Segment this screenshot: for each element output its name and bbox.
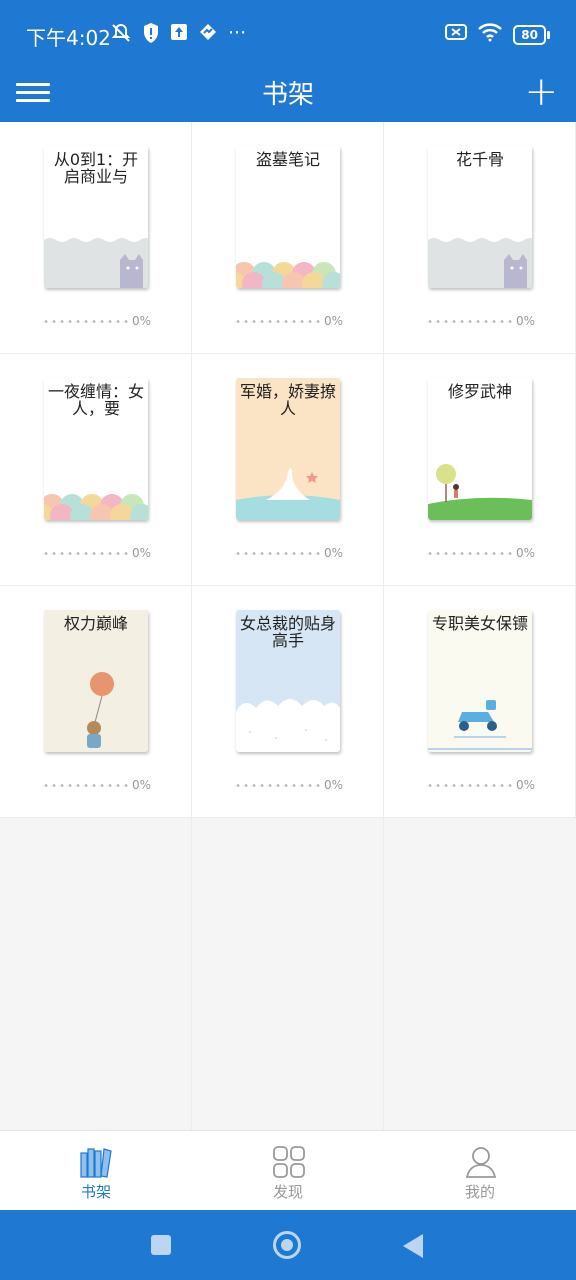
more-icon: ··· bbox=[228, 22, 247, 44]
book-item[interactable]: 从0到1：开启商业与 0% bbox=[0, 122, 192, 354]
wifi-icon bbox=[477, 22, 503, 47]
progress-percent: 0% bbox=[132, 314, 152, 328]
upload-icon bbox=[170, 22, 188, 49]
nav-shelf-label: 书架 bbox=[80, 1183, 111, 1201]
book-cover[interactable]: 权力巅峰 bbox=[44, 610, 148, 752]
page-title: 书架 bbox=[261, 80, 314, 110]
book-title: 盗墓笔记 bbox=[255, 150, 320, 169]
progress-percent: 0% bbox=[516, 778, 536, 792]
reading-progress: 0% bbox=[42, 314, 151, 328]
progress-percent: 0% bbox=[132, 546, 152, 560]
home-icon[interactable] bbox=[273, 1231, 301, 1259]
system-navigation-bar bbox=[0, 1210, 576, 1280]
book-cover[interactable]: 一夜缠情：女人，要 bbox=[44, 378, 148, 520]
grid-icon bbox=[273, 1146, 305, 1178]
status-notification-icons: ··· bbox=[110, 22, 246, 49]
scooter-illustration bbox=[428, 700, 532, 750]
sim-off-icon bbox=[445, 23, 468, 46]
book-item[interactable]: 专职美女保镖 0% bbox=[384, 586, 576, 818]
empty-slot bbox=[192, 818, 384, 1130]
book-title: 权力巅峰 bbox=[63, 614, 128, 633]
progress-percent: 0% bbox=[516, 546, 536, 560]
book-cover[interactable]: 花千骨 bbox=[428, 146, 532, 288]
waves-illustration bbox=[236, 262, 340, 288]
book-cover[interactable]: 修罗武神 bbox=[428, 378, 532, 520]
empty-slot bbox=[0, 818, 192, 1130]
book-title: 从0到1：开启商业与 bbox=[53, 150, 139, 186]
mute-icon bbox=[110, 22, 132, 49]
bookshelf-grid: 从0到1：开启商业与 0% 盗墓笔记 0% 花千骨 0% 一夜缠情：女人，要 0… bbox=[0, 122, 576, 1130]
book-title: 女总裁的贴身高手 bbox=[240, 614, 337, 650]
status-bar: 下午4:02 ··· 80 bbox=[0, 0, 576, 66]
bookshelf-icon bbox=[80, 1148, 112, 1178]
progress-percent: 0% bbox=[324, 546, 344, 560]
hill-illustration bbox=[428, 464, 532, 520]
reading-progress: 0% bbox=[42, 778, 151, 792]
book-item[interactable]: 军婚，娇妻撩人 0% bbox=[192, 354, 384, 586]
book-title: 花千骨 bbox=[455, 150, 504, 169]
status-time: 下午4:02 bbox=[26, 26, 111, 50]
book-cover[interactable]: 专职美女保镖 bbox=[428, 610, 532, 752]
status-system-icons: 80 bbox=[445, 22, 550, 47]
battery-level: 80 bbox=[513, 24, 546, 45]
nav-discover-label: 发现 bbox=[272, 1183, 303, 1201]
gallery-icon bbox=[198, 22, 218, 49]
cloud-illustration bbox=[236, 699, 340, 752]
shield-icon bbox=[142, 22, 160, 49]
cat-illustration bbox=[44, 238, 148, 288]
nav-mine-label: 我的 bbox=[464, 1183, 495, 1201]
bottom-navigation: 书架 发现 我的 bbox=[0, 1130, 576, 1210]
book-title: 修罗武神 bbox=[447, 382, 512, 401]
user-icon bbox=[465, 1147, 497, 1178]
book-title: 军婚，娇妻撩人 bbox=[240, 382, 337, 418]
reading-progress: 0% bbox=[426, 314, 535, 328]
cat-illustration bbox=[428, 238, 532, 288]
book-item[interactable]: 权力巅峰 0% bbox=[0, 586, 192, 818]
book-cover[interactable]: 从0到1：开启商业与 bbox=[44, 146, 148, 288]
reading-progress: 0% bbox=[234, 778, 343, 792]
nav-shelf[interactable]: 书架 bbox=[0, 1131, 192, 1211]
book-item[interactable]: 盗墓笔记 0% bbox=[192, 122, 384, 354]
book-cover[interactable]: 女总裁的贴身高手 bbox=[236, 610, 340, 752]
nav-discover[interactable]: 发现 bbox=[192, 1131, 384, 1211]
back-icon[interactable] bbox=[403, 1234, 423, 1258]
recents-icon[interactable] bbox=[151, 1235, 171, 1255]
book-cover[interactable]: 盗墓笔记 bbox=[236, 146, 340, 288]
empty-slot bbox=[384, 818, 576, 1130]
book-item[interactable]: 一夜缠情：女人，要 0% bbox=[0, 354, 192, 586]
add-icon[interactable]: + bbox=[524, 70, 558, 114]
battery-icon: 80 bbox=[513, 24, 550, 45]
bear-illustration bbox=[87, 672, 114, 748]
reading-progress: 0% bbox=[426, 778, 535, 792]
book-cover[interactable]: 军婚，娇妻撩人 bbox=[236, 378, 340, 520]
app-bar: 书架 + bbox=[0, 66, 576, 122]
book-item[interactable]: 花千骨 0% bbox=[384, 122, 576, 354]
reading-progress: 0% bbox=[426, 546, 535, 560]
progress-percent: 0% bbox=[324, 778, 344, 792]
reading-progress: 0% bbox=[234, 546, 343, 560]
book-item[interactable]: 女总裁的贴身高手 0% bbox=[192, 586, 384, 818]
book-item[interactable]: 修罗武神 0% bbox=[384, 354, 576, 586]
book-title: 专职美女保镖 bbox=[432, 614, 529, 633]
reading-progress: 0% bbox=[234, 314, 343, 328]
reading-progress: 0% bbox=[42, 546, 151, 560]
waves-illustration bbox=[44, 494, 148, 520]
progress-percent: 0% bbox=[324, 314, 344, 328]
progress-percent: 0% bbox=[132, 778, 152, 792]
progress-percent: 0% bbox=[516, 314, 536, 328]
book-title: 一夜缠情：女人，要 bbox=[48, 382, 145, 418]
bird-illustration bbox=[236, 468, 340, 520]
nav-mine[interactable]: 我的 bbox=[384, 1131, 576, 1211]
